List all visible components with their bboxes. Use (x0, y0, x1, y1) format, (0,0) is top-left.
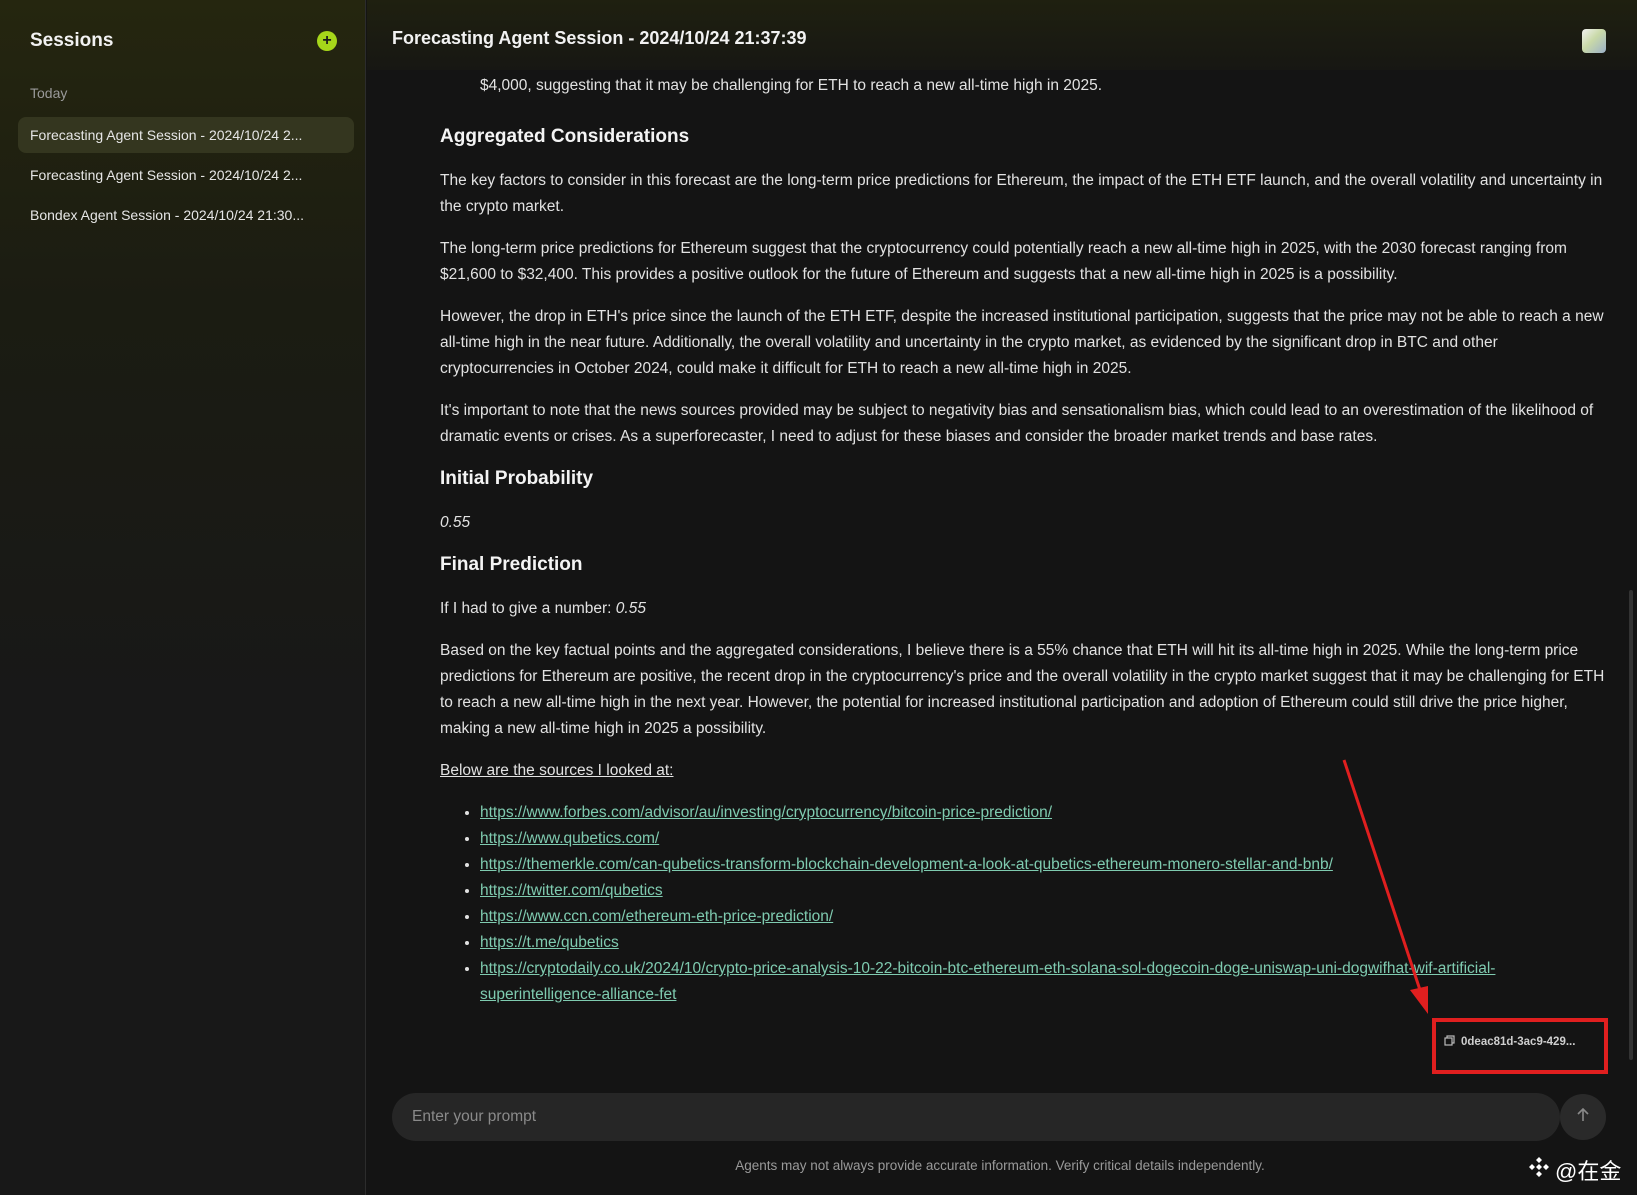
sidebar: Sessions + Today Forecasting Agent Sessi… (0, 0, 366, 1195)
sidebar-title: Sessions (30, 30, 114, 51)
annotation-highlight-box (1432, 1018, 1608, 1074)
list-item: https://t.me/qubetics (480, 930, 1610, 956)
source-link[interactable]: https://www.forbes.com/advisor/au/invest… (480, 804, 1052, 821)
sidebar-group-label: Today (30, 85, 68, 101)
list-item: https://themerkle.com/can-qubetics-trans… (480, 852, 1610, 878)
partial-list-item: $4,000, suggesting that it may be challe… (480, 77, 1103, 94)
final-prediction-line: If I had to give a number: 0.55 (440, 596, 1610, 622)
source-link[interactable]: https://t.me/qubetics (480, 934, 619, 951)
session-item-label: Bondex Agent Session - 2024/10/24 21:30.… (30, 207, 304, 223)
list-item: https://www.qubetics.com/ (480, 826, 1610, 852)
list-item: https://twitter.com/qubetics (480, 878, 1610, 904)
source-link[interactable]: https://themerkle.com/can-qubetics-trans… (480, 856, 1333, 873)
source-link[interactable]: https://www.qubetics.com/ (480, 830, 659, 847)
sources-label: Below are the sources I looked at: (440, 762, 674, 779)
list-item: https://www.forbes.com/advisor/au/invest… (480, 800, 1610, 826)
final-prefix: If I had to give a number: (440, 600, 616, 617)
disclaimer: Agents may not always provide accurate i… (735, 1158, 1265, 1173)
watermark-logo-icon (1527, 1155, 1551, 1185)
final-prediction-value: 0.55 (615, 600, 646, 617)
arrow-up-icon (1574, 1106, 1592, 1129)
session-item[interactable]: Forecasting Agent Session - 2024/10/24 2… (18, 157, 354, 193)
heading-initial: Initial Probability (440, 468, 594, 489)
session-item[interactable]: Bondex Agent Session - 2024/10/24 21:30.… (18, 197, 354, 233)
prompt-input[interactable] (392, 1093, 1560, 1141)
page-title: Forecasting Agent Session - 2024/10/24 2… (392, 28, 807, 48)
list-item: https://www.ccn.com/ethereum-eth-price-p… (480, 904, 1610, 930)
paragraph: Based on the key factual points and the … (440, 642, 1605, 737)
plus-icon: + (322, 32, 332, 49)
send-button[interactable] (1560, 1094, 1606, 1140)
watermark-text: @在金 (1555, 1159, 1622, 1184)
sidebar-header: Sessions + (30, 28, 337, 54)
message-content: Aggregated Considerations The key factor… (440, 118, 1610, 1018)
paragraph: It's important to note that the news sou… (440, 402, 1594, 445)
source-link[interactable]: https://cryptodaily.co.uk/2024/10/crypto… (480, 960, 1495, 1003)
session-item-label: Forecasting Agent Session - 2024/10/24 2… (30, 167, 303, 183)
heading-aggregated: Aggregated Considerations (440, 126, 690, 147)
session-list: Forecasting Agent Session - 2024/10/24 2… (18, 117, 354, 237)
source-link[interactable]: https://www.ccn.com/ethereum-eth-price-p… (480, 908, 833, 925)
session-item-label: Forecasting Agent Session - 2024/10/24 2… (30, 127, 303, 143)
paragraph: However, the drop in ETH's price since t… (440, 308, 1604, 377)
new-session-button[interactable]: + (317, 31, 337, 51)
source-link[interactable]: https://twitter.com/qubetics (480, 882, 663, 899)
paragraph: The long-term price predictions for Ethe… (440, 240, 1567, 283)
heading-final: Final Prediction (440, 554, 583, 575)
sources-list: https://www.forbes.com/advisor/au/invest… (440, 800, 1610, 1008)
paragraph: The key factors to consider in this fore… (440, 172, 1603, 215)
initial-probability-value: 0.55 (440, 514, 471, 531)
session-item-active[interactable]: Forecasting Agent Session - 2024/10/24 2… (18, 117, 354, 153)
list-item: https://cryptodaily.co.uk/2024/10/crypto… (480, 956, 1610, 1008)
avatar[interactable] (1582, 29, 1606, 53)
scrollbar[interactable] (1629, 590, 1633, 1060)
watermark: @在金 (1527, 1154, 1621, 1186)
